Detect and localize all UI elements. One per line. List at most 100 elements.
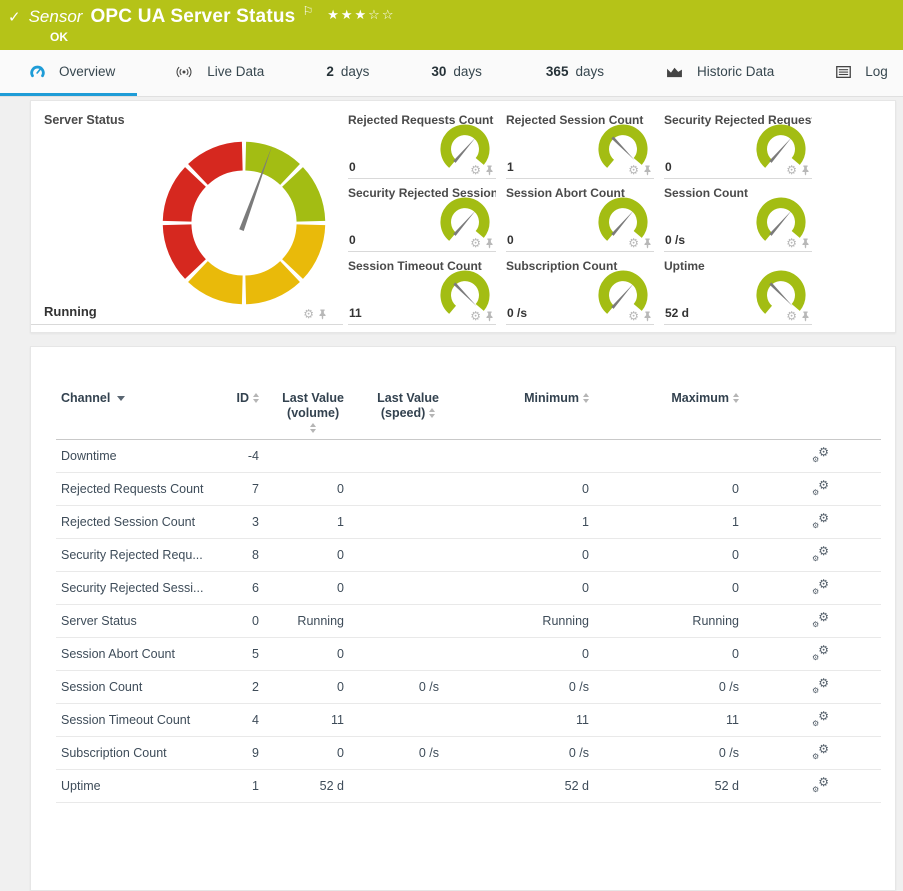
cell-maximum: Running [596, 605, 746, 638]
cell-maximum: 0 [596, 539, 746, 572]
channel-settings-icon[interactable]: ⚙⚙ [812, 744, 829, 760]
mini-gauge-rejected-session-count[interactable]: Rejected Session Count 1 ⚙ [506, 113, 654, 179]
mini-gauge-rejected-requests-count[interactable]: Rejected Requests Count 0 ⚙ [348, 113, 496, 179]
mini-gauge-value: 11 [349, 306, 362, 320]
pin-icon[interactable] [801, 165, 810, 176]
channel-settings-icon[interactable]: ⚙⚙ [812, 546, 829, 562]
cell-minimum: 0 [446, 539, 596, 572]
gear-icon[interactable]: ⚙ [786, 310, 797, 322]
table-row-downtime: Downtime -4 ⚙⚙ [56, 440, 881, 473]
cell-id: 3 [216, 506, 266, 539]
sort-toggle-icon[interactable] [733, 393, 739, 403]
priority-flag-icon[interactable]: ⚐ [302, 4, 313, 18]
sort-toggle-icon[interactable] [253, 393, 259, 403]
pin-icon[interactable] [318, 309, 327, 320]
channel-settings-icon[interactable]: ⚙⚙ [812, 447, 829, 463]
tab-label: days [453, 64, 482, 79]
cell-last-value-volume [266, 440, 351, 473]
column-header-minimum[interactable]: Minimum [446, 389, 596, 440]
pin-icon[interactable] [485, 238, 494, 249]
cell-last-value-volume: 0 [266, 638, 351, 671]
status-badge: OK [50, 30, 893, 44]
pin-icon[interactable] [643, 165, 652, 176]
sort-toggle-icon[interactable] [429, 408, 435, 418]
header-label: Channel [61, 391, 110, 405]
mini-gauge-subscription-count[interactable]: Subscription Count 0 /s ⚙ [506, 259, 654, 325]
cell-last-value-speed [351, 440, 446, 473]
column-header-last-value-speed[interactable]: Last Value (speed) [351, 389, 446, 440]
cell-minimum: 52 d [446, 770, 596, 803]
channel-settings-icon[interactable]: ⚙⚙ [812, 612, 829, 628]
gear-icon[interactable]: ⚙ [786, 164, 797, 176]
tab-label: Historic Data [697, 64, 774, 79]
gear-icon[interactable]: ⚙ [628, 164, 639, 176]
mini-gauge-uptime[interactable]: Uptime 52 d ⚙ [664, 259, 812, 325]
tab-log[interactable]: Log [824, 50, 900, 96]
mini-gauge-value: 0 /s [507, 306, 527, 320]
pin-icon[interactable] [643, 311, 652, 322]
gear-icon[interactable]: ⚙ [303, 308, 314, 320]
mini-gauge-session-count[interactable]: Session Count 0 /s ⚙ [664, 186, 812, 252]
tab-30-days[interactable]: 30days [419, 50, 494, 96]
gear-icon[interactable]: ⚙ [786, 237, 797, 249]
tab-overview[interactable]: Overview [0, 50, 137, 96]
gauges-panel: Server Status Running ⚙ Rejected Request… [30, 100, 896, 333]
gear-icon[interactable]: ⚙ [470, 237, 481, 249]
channels-table: Channel ID Last Value (volume) Last Valu… [56, 389, 881, 803]
gear-icon[interactable]: ⚙ [470, 164, 481, 176]
mini-gauge-security-rejected-session-count[interactable]: Security Rejected Session Co... 0 ⚙ [348, 186, 496, 252]
channel-settings-icon[interactable]: ⚙⚙ [812, 678, 829, 694]
cell-last-value-volume: 0 [266, 572, 351, 605]
cell-actions: ⚙⚙ [746, 539, 881, 572]
channel-settings-icon[interactable]: ⚙⚙ [812, 711, 829, 727]
tab-historic-data[interactable]: Historic Data [654, 50, 786, 96]
sort-toggle-icon[interactable] [310, 423, 316, 433]
channel-settings-icon[interactable]: ⚙⚙ [812, 513, 829, 529]
cell-channel: Rejected Requests Count [56, 473, 216, 506]
table-row-rejected-session-count: Rejected Session Count 3 1 1 1 ⚙⚙ [56, 506, 881, 539]
tab-365-days[interactable]: 365days [534, 50, 616, 96]
table-row-subscription-count: Subscription Count 9 0 0 /s 0 /s 0 /s ⚙⚙ [56, 737, 881, 770]
pin-icon[interactable] [485, 165, 494, 176]
cell-id: 4 [216, 704, 266, 737]
pin-icon[interactable] [801, 311, 810, 322]
server-status-gauge-chart[interactable] [158, 137, 330, 309]
cell-last-value-volume: 0 [266, 539, 351, 572]
status-check-icon: ✓ [8, 8, 21, 26]
channel-settings-icon[interactable]: ⚙⚙ [812, 645, 829, 661]
pin-icon[interactable] [801, 238, 810, 249]
header-label: (volume) [287, 406, 339, 421]
header-label: (speed) [381, 406, 425, 421]
mini-gauge-session-timeout-count[interactable]: Session Timeout Count 11 ⚙ [348, 259, 496, 325]
channel-settings-icon[interactable]: ⚙⚙ [812, 777, 829, 793]
column-header-channel[interactable]: Channel [56, 389, 216, 440]
column-header-maximum[interactable]: Maximum [596, 389, 746, 440]
channel-settings-icon[interactable]: ⚙⚙ [812, 579, 829, 595]
mini-gauge-value: 0 [349, 233, 356, 247]
cell-last-value-speed [351, 539, 446, 572]
gear-icon[interactable]: ⚙ [470, 310, 481, 322]
cell-minimum: Running [446, 605, 596, 638]
column-header-id[interactable]: ID [216, 389, 266, 440]
pin-icon[interactable] [643, 238, 652, 249]
mini-gauge-security-rejected-requests-count[interactable]: Security Rejected Requests C... 0 ⚙ [664, 113, 812, 179]
tab-label: Overview [59, 64, 115, 79]
cell-last-value-speed: 0 /s [351, 671, 446, 704]
pin-icon[interactable] [485, 311, 494, 322]
gear-icon[interactable]: ⚙ [628, 237, 639, 249]
cell-actions: ⚙⚙ [746, 704, 881, 737]
cell-last-value-speed [351, 638, 446, 671]
priority-stars[interactable]: ★★★☆☆ [327, 7, 395, 23]
mini-gauge-session-abort-count[interactable]: Session Abort Count 0 ⚙ [506, 186, 654, 252]
column-header-last-value-volume[interactable]: Last Value (volume) [266, 389, 351, 440]
tab-2-days[interactable]: 2days [314, 50, 381, 96]
gear-icon[interactable]: ⚙ [628, 310, 639, 322]
cell-id: 7 [216, 473, 266, 506]
sort-toggle-icon[interactable] [583, 393, 589, 403]
header-label: Minimum [524, 391, 579, 405]
channel-settings-icon[interactable]: ⚙⚙ [812, 480, 829, 496]
cell-maximum: 0 /s [596, 737, 746, 770]
tab-live-data[interactable]: Live Data [163, 50, 276, 96]
cell-channel: Downtime [56, 440, 216, 473]
cell-id: 6 [216, 572, 266, 605]
